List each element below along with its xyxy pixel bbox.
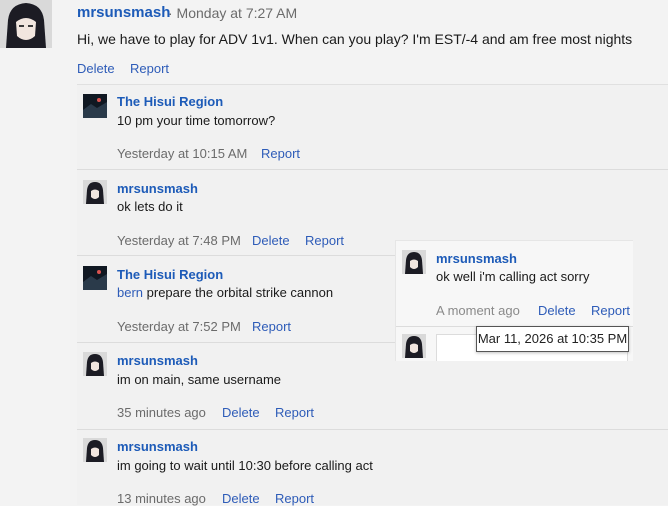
divider (77, 429, 668, 430)
report-button[interactable]: Report (305, 233, 344, 248)
reply-text: im on main, same username (117, 372, 282, 387)
reply-timestamp[interactable]: A moment ago (436, 303, 520, 318)
anime-avatar[interactable] (83, 180, 107, 204)
report-button[interactable]: Report (275, 405, 314, 420)
avatar[interactable] (0, 0, 52, 48)
divider (77, 255, 395, 256)
anime-avatar[interactable] (402, 250, 426, 274)
reply-timestamp[interactable]: Yesterday at 10:15 AM (117, 146, 247, 161)
report-button[interactable]: Report (252, 319, 291, 334)
divider (77, 342, 395, 343)
reply-text: ok lets do it (117, 199, 183, 214)
delete-button[interactable]: Delete (77, 61, 115, 76)
mention-link[interactable]: bern (117, 285, 143, 300)
delete-button[interactable]: Delete (252, 233, 290, 248)
post-text: Hi, we have to play for ADV 1v1. When ca… (77, 31, 633, 47)
anime-avatar[interactable] (83, 438, 107, 462)
reply-timestamp[interactable]: 35 minutes ago (117, 405, 206, 420)
report-button[interactable]: Report (130, 61, 169, 76)
reply-author[interactable]: mrsunsmash (117, 439, 198, 454)
anime-avatar[interactable] (402, 334, 426, 358)
report-button[interactable]: Report (261, 146, 300, 161)
landscape-avatar[interactable] (83, 266, 107, 290)
reply-author[interactable]: The Hisui Region (117, 94, 223, 109)
reply-text: im going to wait until 10:30 before call… (117, 458, 373, 473)
anime-avatar[interactable] (83, 352, 107, 376)
post-author[interactable]: mrsunsmash (77, 4, 170, 21)
report-button[interactable]: Report (591, 303, 630, 318)
reply-text-body: prepare the orbital strike cannon (143, 285, 334, 300)
reply-author[interactable]: mrsunsmash (117, 181, 198, 196)
reply-text: 10 pm your time tomorrow? (117, 113, 276, 128)
post-timestamp[interactable]: · Monday at 7:27 AM (168, 5, 297, 21)
delete-button[interactable]: Delete (538, 303, 576, 318)
reply-timestamp[interactable]: Yesterday at 7:52 PM (117, 319, 241, 334)
reply-author[interactable]: mrsunsmash (436, 251, 517, 266)
divider (77, 169, 668, 170)
reply-text: ok well i'm calling act sorry (436, 269, 590, 284)
landscape-avatar[interactable] (83, 94, 107, 118)
reply-text: bern prepare the orbital strike cannon (117, 285, 333, 300)
tooltip-text: Mar 11, 2026 at 10:35 PM (477, 331, 628, 346)
delete-button[interactable]: Delete (222, 405, 260, 420)
timestamp-tooltip: Mar 11, 2026 at 10:35 PM (476, 326, 629, 352)
reply-author[interactable]: mrsunsmash (117, 353, 198, 368)
reply-author[interactable]: The Hisui Region (117, 267, 223, 282)
reply-timestamp[interactable]: Yesterday at 7:48 PM (117, 233, 241, 248)
